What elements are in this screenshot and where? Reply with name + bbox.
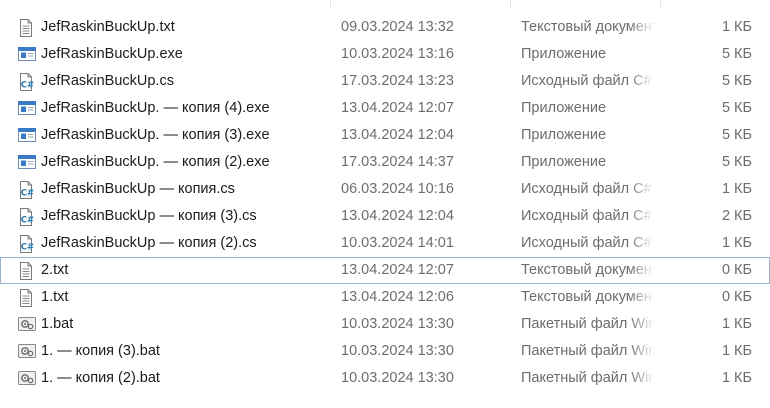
- file-size: 5 КБ: [721, 127, 752, 143]
- file-size: 5 КБ: [721, 73, 752, 89]
- file-row[interactable]: JefRaskinBuckUp. — копия (3).exe 13.04.2…: [0, 122, 770, 149]
- csharp-file-icon: C#: [18, 235, 36, 253]
- file-type: Исходный файл C#: [521, 231, 655, 256]
- file-type: Приложение: [521, 96, 655, 121]
- file-type: Текстовый документ: [521, 15, 655, 40]
- application-icon: [18, 46, 36, 64]
- file-row[interactable]: 1. — копия (2).bat 10.03.2024 13:30 Паке…: [0, 365, 770, 392]
- file-type: Пакетный файл Windows: [521, 366, 655, 391]
- column-divider[interactable]: [330, 0, 331, 8]
- file-size: 1 КБ: [721, 181, 752, 197]
- file-name: JefRaskinBuckUp. — копия (2).exe: [41, 154, 270, 170]
- file-size: 2 КБ: [721, 208, 752, 224]
- file-size: 5 КБ: [721, 154, 752, 170]
- csharp-file-icon: C#: [18, 208, 36, 226]
- file-date-modified: 17.03.2024 13:23: [341, 73, 454, 89]
- svg-text:C#: C#: [21, 243, 34, 253]
- file-date-modified: 13.04.2024 12:07: [341, 100, 454, 116]
- file-date-modified: 13.04.2024 12:06: [341, 289, 454, 305]
- file-name: 1. — копия (3).bat: [41, 343, 160, 359]
- file-size: 5 КБ: [721, 46, 752, 62]
- file-name: JefRaskinBuckUp.txt: [41, 19, 175, 35]
- file-date-modified: 10.03.2024 14:01: [341, 235, 454, 251]
- file-row[interactable]: JefRaskinBuckUp. — копия (2).exe 17.03.2…: [0, 149, 770, 176]
- file-type: Текстовый документ: [521, 258, 655, 283]
- file-name: JefRaskinBuckUp — копия (3).cs: [41, 208, 257, 224]
- file-name: 1.bat: [41, 316, 74, 332]
- file-type: Исходный файл C#: [521, 69, 655, 94]
- file-size: 1 КБ: [721, 343, 752, 359]
- file-name: JefRaskinBuckUp — копия (2).cs: [41, 235, 257, 251]
- batch-file-icon: [18, 370, 36, 388]
- file-date-modified: 13.04.2024 12:04: [341, 208, 454, 224]
- file-date-modified: 10.03.2024 13:30: [341, 370, 454, 386]
- file-type: Пакетный файл Windows: [521, 312, 655, 337]
- file-name: JefRaskinBuckUp.exe: [41, 46, 183, 62]
- file-date-modified: 10.03.2024 13:30: [341, 343, 454, 359]
- file-row[interactable]: JefRaskinBuckUp. — копия (4).exe 13.04.2…: [0, 95, 770, 122]
- file-type: Приложение: [521, 42, 655, 67]
- application-icon: [18, 100, 36, 118]
- file-date-modified: 13.04.2024 12:04: [341, 127, 454, 143]
- file-date-modified: 17.03.2024 14:37: [341, 154, 454, 170]
- file-size: 1 КБ: [721, 235, 752, 251]
- application-icon: [18, 154, 36, 172]
- file-size: 0 КБ: [721, 262, 752, 278]
- file-name: JefRaskinBuckUp.cs: [41, 73, 174, 89]
- file-row[interactable]: 1.txt 13.04.2024 12:06 Текстовый докумен…: [0, 284, 770, 311]
- column-divider[interactable]: [510, 0, 511, 8]
- file-type: Пакетный файл Windows: [521, 339, 655, 364]
- file-name: 1. — копия (2).bat: [41, 370, 160, 386]
- svg-text:C#: C#: [21, 216, 34, 226]
- file-row[interactable]: JefRaskinBuckUp.exe 10.03.2024 13:16 При…: [0, 41, 770, 68]
- file-row[interactable]: 1.bat 10.03.2024 13:30 Пакетный файл Win…: [0, 311, 770, 338]
- file-type: Приложение: [521, 150, 655, 175]
- svg-text:C#: C#: [21, 189, 34, 199]
- file-row[interactable]: C# JefRaskinBuckUp — копия (2).cs 10.03.…: [0, 230, 770, 257]
- file-name: 1.txt: [41, 289, 69, 305]
- file-date-modified: 10.03.2024 13:30: [341, 316, 454, 332]
- batch-file-icon: [18, 316, 36, 334]
- file-row[interactable]: 1. — копия (3).bat 10.03.2024 13:30 Паке…: [0, 338, 770, 365]
- file-date-modified: 06.03.2024 10:16: [341, 181, 454, 197]
- file-type: Приложение: [521, 123, 655, 148]
- csharp-file-icon: C#: [18, 73, 36, 91]
- file-size: 1 КБ: [721, 316, 752, 332]
- file-date-modified: 10.03.2024 13:16: [341, 46, 454, 62]
- file-type: Исходный файл C#: [521, 204, 655, 229]
- file-type: Текстовый документ: [521, 285, 655, 310]
- file-size: 1 КБ: [721, 19, 752, 35]
- file-name: JefRaskinBuckUp. — копия (4).exe: [41, 100, 270, 116]
- file-type: Исходный файл C#: [521, 177, 655, 202]
- batch-file-icon: [18, 343, 36, 361]
- file-row[interactable]: C# JefRaskinBuckUp.cs 17.03.2024 13:23 И…: [0, 68, 770, 95]
- file-name: 2.txt: [41, 262, 69, 278]
- application-icon: [18, 127, 36, 145]
- file-row[interactable]: C# JefRaskinBuckUp — копия.cs 06.03.2024…: [0, 176, 770, 203]
- file-size: 0 КБ: [721, 289, 752, 305]
- text-file-icon: [18, 19, 36, 37]
- file-name: JefRaskinBuckUp. — копия (3).exe: [41, 127, 270, 143]
- file-row[interactable]: C# JefRaskinBuckUp — копия (3).cs 13.04.…: [0, 203, 770, 230]
- file-name: JefRaskinBuckUp — копия.cs: [41, 181, 235, 197]
- file-size: 5 КБ: [721, 100, 752, 116]
- file-size: 1 КБ: [721, 370, 752, 386]
- text-file-icon: [18, 289, 36, 307]
- column-divider[interactable]: [660, 0, 661, 8]
- file-row[interactable]: 2.txt 13.04.2024 12:07 Текстовый докумен…: [0, 257, 770, 284]
- csharp-file-icon: C#: [18, 181, 36, 199]
- file-row[interactable]: JefRaskinBuckUp.txt 09.03.2024 13:32 Тек…: [0, 14, 770, 41]
- file-date-modified: 13.04.2024 12:07: [341, 262, 454, 278]
- text-file-icon: [18, 262, 36, 280]
- file-list: JefRaskinBuckUp.txt 09.03.2024 13:32 Тек…: [0, 14, 770, 392]
- svg-text:C#: C#: [21, 81, 34, 91]
- file-date-modified: 09.03.2024 13:32: [341, 19, 454, 35]
